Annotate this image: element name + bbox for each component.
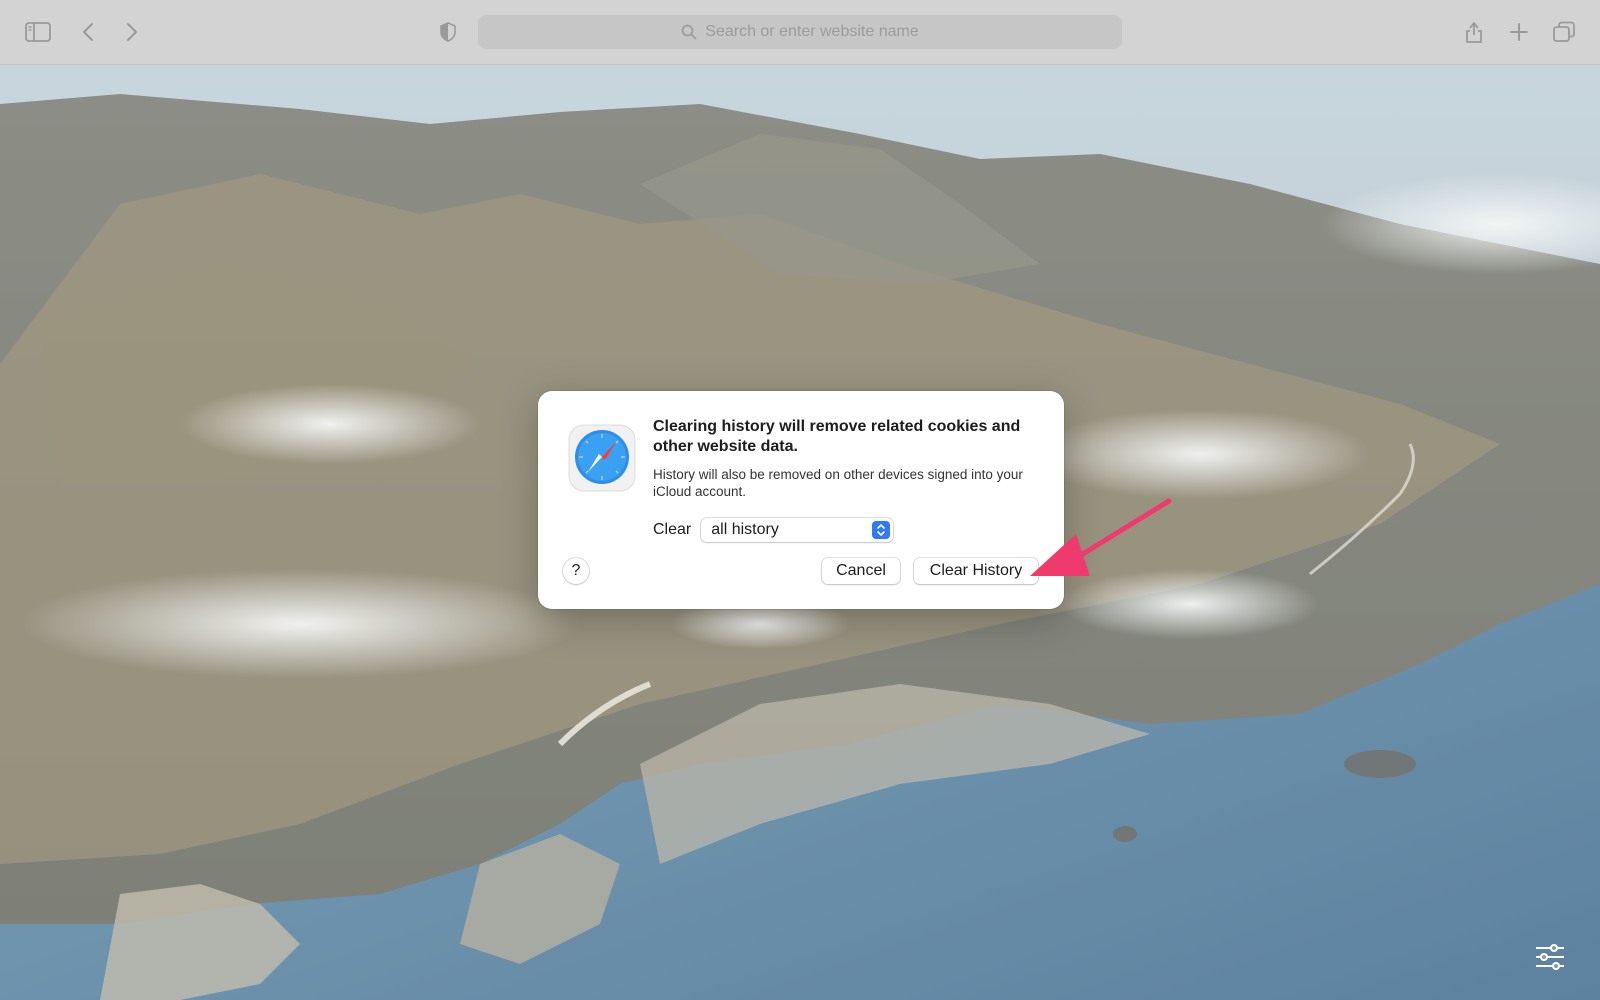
clear-history-button[interactable]: Clear History [914, 558, 1038, 584]
clear-range-value: all history [711, 521, 779, 538]
safari-compass-icon [568, 424, 636, 492]
dialog-subtitle: History will also be removed on other de… [653, 467, 1023, 499]
cancel-button[interactable]: Cancel [822, 558, 900, 584]
back-icon[interactable] [72, 16, 104, 48]
page-settings-icon[interactable] [1534, 943, 1566, 976]
clear-range-row: Clear all history [653, 517, 894, 543]
dialog-title: Clearing history will remove related coo… [653, 418, 1021, 455]
help-button[interactable]: ? [563, 558, 589, 584]
sidebar-icon[interactable] [22, 16, 54, 48]
search-icon [681, 24, 697, 40]
forward-icon[interactable] [116, 16, 148, 48]
privacy-shield-icon[interactable] [432, 16, 464, 48]
address-placeholder: Search or enter website name [705, 23, 919, 40]
tab-overview-icon[interactable] [1548, 16, 1580, 48]
annotation-arrow-icon [1028, 498, 1178, 593]
address-bar[interactable]: Search or enter website name [478, 15, 1122, 49]
clear-range-select[interactable]: all history [701, 518, 894, 542]
clear-history-dialog: Clearing history will remove related coo… [538, 391, 1064, 609]
new-tab-icon[interactable] [1503, 16, 1535, 48]
clear-label: Clear [653, 521, 692, 538]
share-icon[interactable] [1458, 16, 1490, 48]
browser-toolbar: Search or enter website name [0, 0, 1600, 65]
updown-chevron-icon [872, 521, 891, 539]
